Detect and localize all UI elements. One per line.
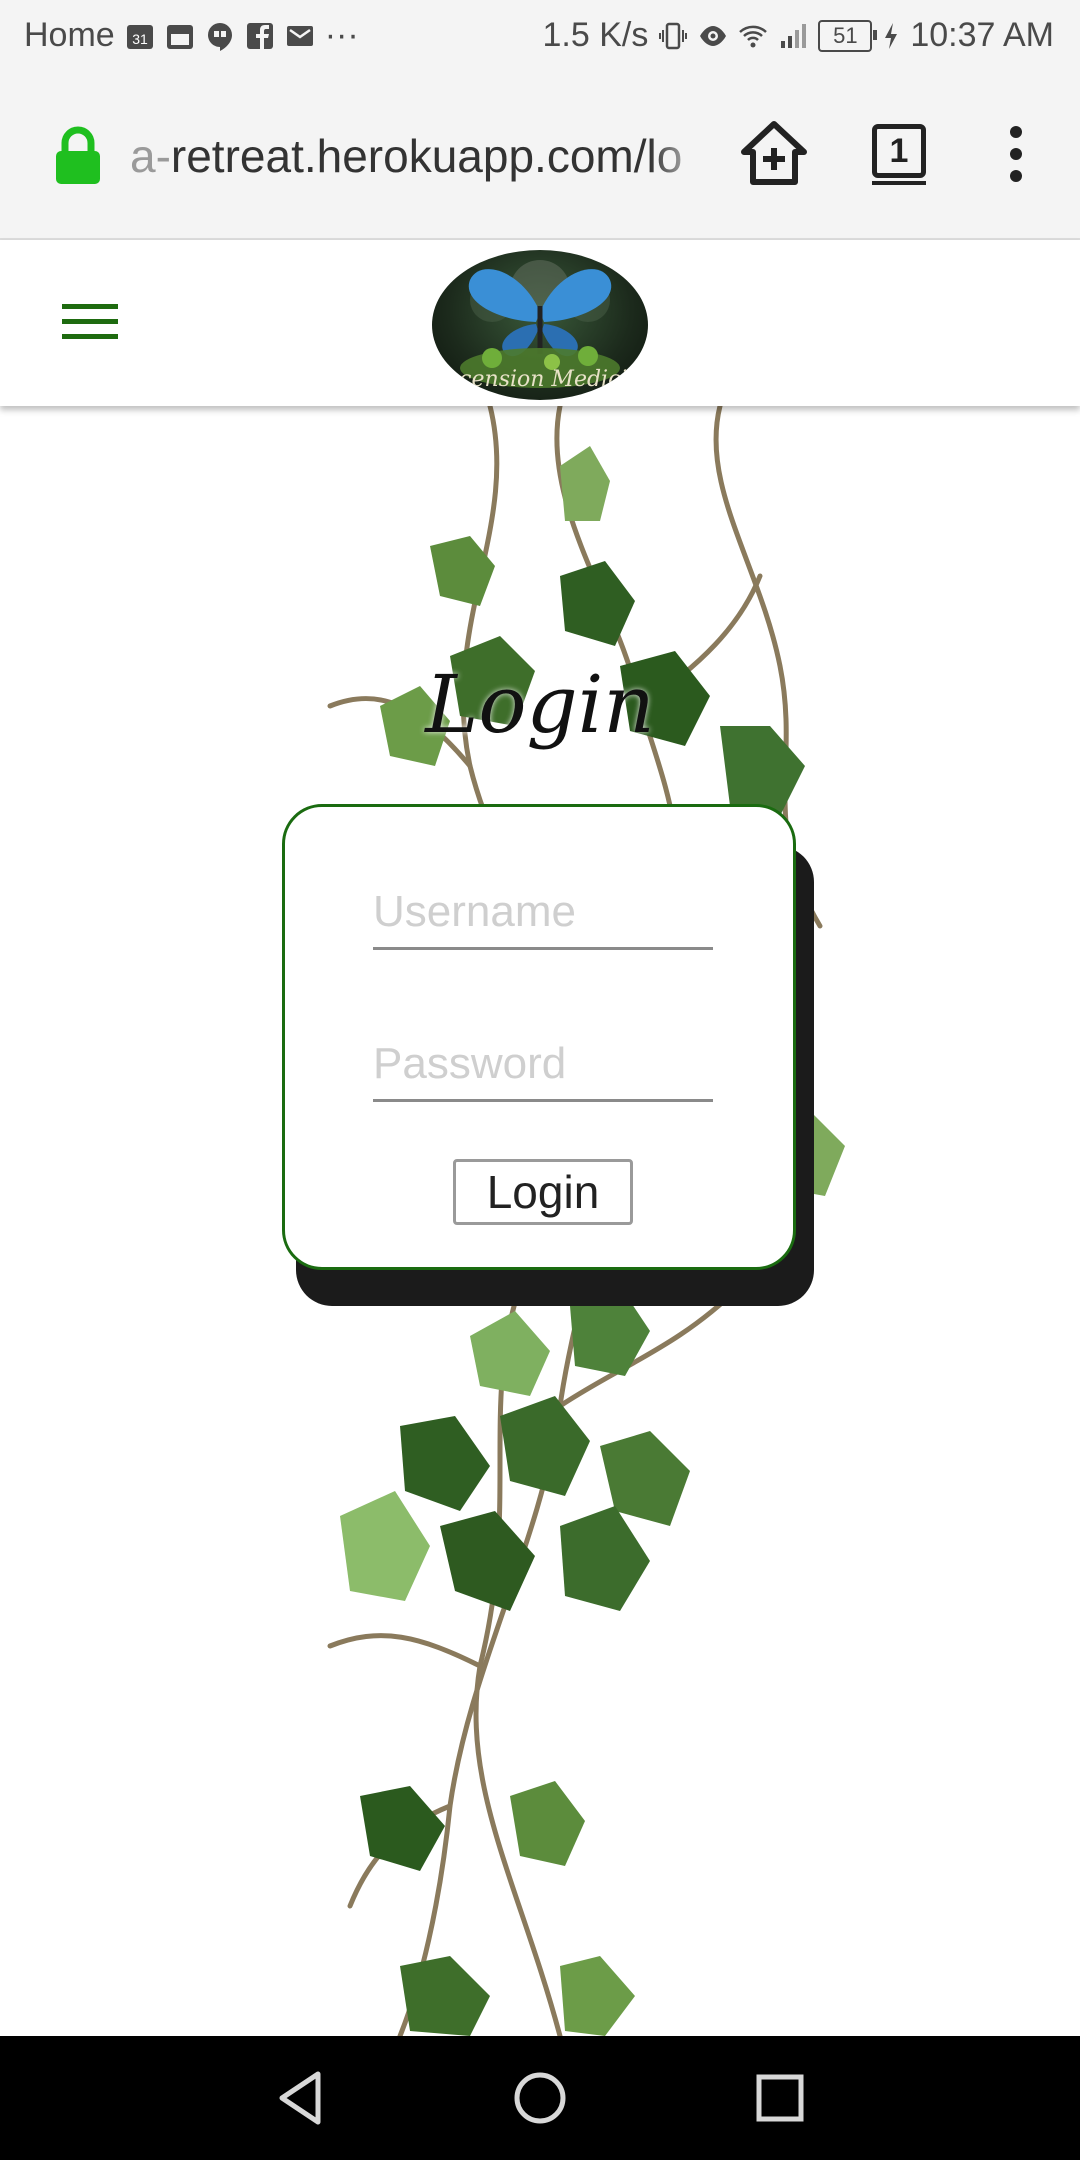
recents-icon[interactable]: [746, 2064, 814, 2132]
gmail-icon: [285, 21, 315, 51]
home-icon[interactable]: [506, 2064, 574, 2132]
facebook-icon: [245, 21, 275, 51]
url-field[interactable]: a-retreat.herokuapp.com/lo: [130, 126, 710, 186]
lock-icon[interactable]: [52, 126, 104, 186]
battery-level: 51: [833, 22, 858, 48]
eye-icon: [698, 21, 728, 51]
battery-icon: 51: [818, 19, 878, 52]
main-content: Login Login: [0, 406, 1080, 2036]
login-form: Login: [282, 804, 796, 1270]
charging-icon: [882, 21, 900, 51]
network-speed: 1.5 K/s: [542, 16, 649, 54]
status-home-label: Home: [24, 16, 115, 54]
add-to-home-icon[interactable]: [738, 118, 810, 190]
hangouts-icon: [205, 21, 235, 51]
url-fade-overlay: [650, 126, 710, 186]
hamburger-line: [62, 334, 118, 339]
status-bar: Home 31 ··· 1.5 K/s 51 10:37 AM: [0, 0, 1080, 74]
vibrate-icon: [658, 21, 688, 51]
status-right: 1.5 K/s 51 10:37 AM: [543, 16, 1055, 55]
username-input[interactable]: [373, 877, 713, 950]
hamburger-menu-icon[interactable]: [62, 304, 118, 344]
site-header: Ascension Medicine: [0, 240, 1080, 406]
site-logo[interactable]: Ascension Medicine: [432, 250, 648, 400]
url-main-text: retreat.herokuapp.com/lo: [170, 130, 683, 182]
back-icon[interactable]: [268, 2064, 336, 2132]
login-button[interactable]: Login: [453, 1159, 633, 1225]
overflow-menu-icon[interactable]: [1004, 124, 1028, 184]
status-left: Home 31 ···: [24, 16, 359, 55]
url-faded-prefix: a-: [130, 130, 171, 182]
tab-count: 1: [889, 132, 909, 170]
logo-text: Ascension Medicine: [432, 367, 648, 392]
tab-switcher-icon[interactable]: 1: [872, 124, 926, 185]
password-input[interactable]: [373, 1029, 713, 1102]
login-heading: Login: [425, 658, 655, 751]
wifi-icon: [738, 21, 768, 51]
calendar-box-icon: [165, 21, 195, 51]
calendar-icon: 31: [125, 21, 155, 51]
clock: 10:37 AM: [910, 16, 1054, 54]
hamburger-line: [62, 304, 118, 309]
hamburger-line: [62, 319, 118, 324]
more-notifications-icon: ···: [324, 16, 359, 54]
calendar-day: 31: [132, 31, 148, 47]
signal-icon: [778, 21, 808, 51]
browser-toolbar: a-retreat.herokuapp.com/lo 1: [0, 74, 1080, 240]
android-nav-bar: [0, 2036, 1080, 2160]
